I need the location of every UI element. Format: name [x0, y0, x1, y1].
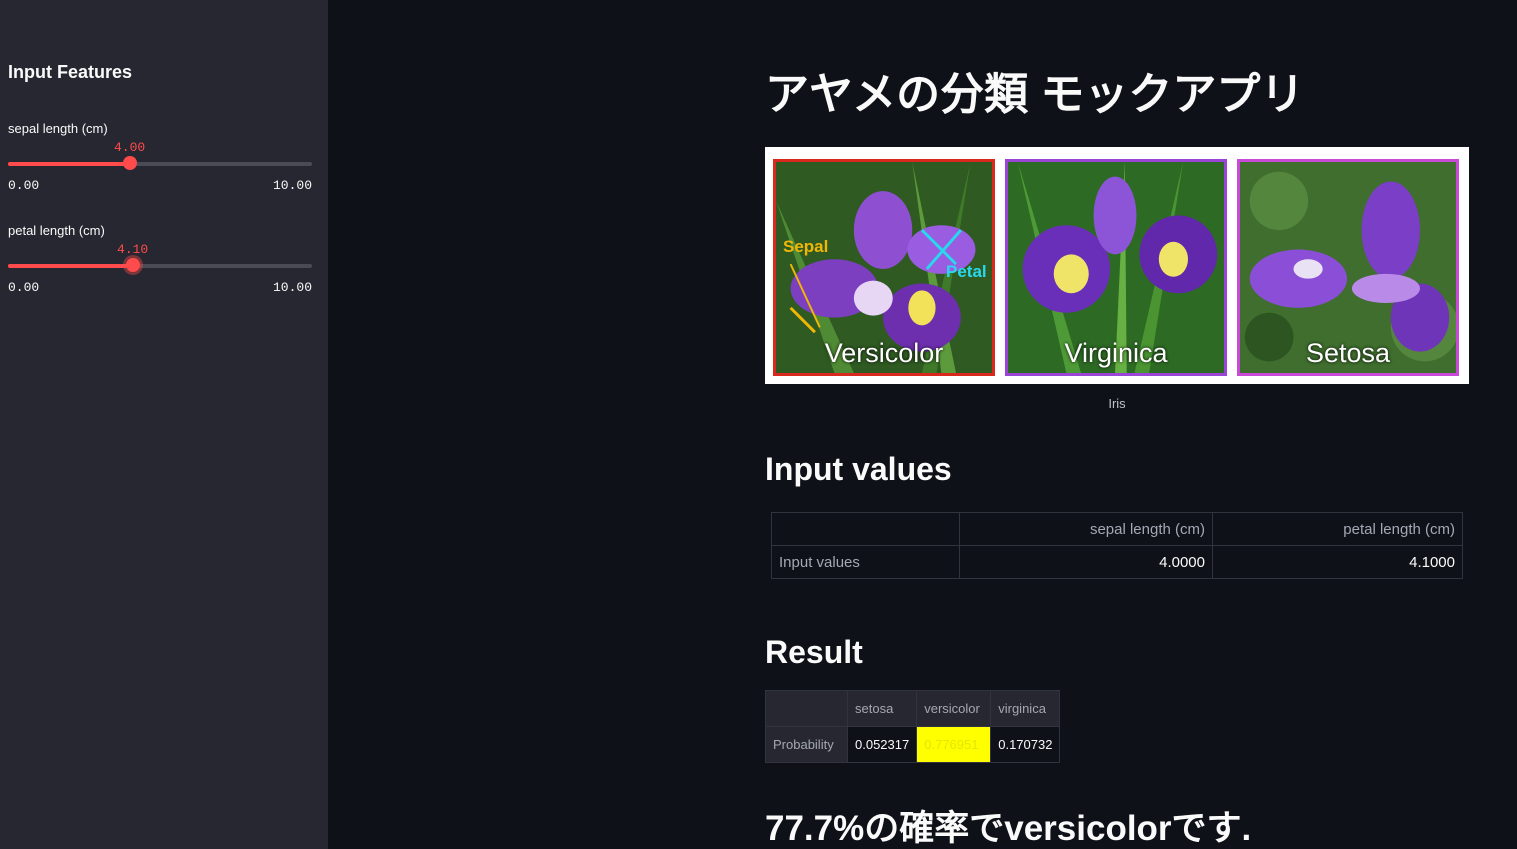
result-table: setosa versicolor virginica Probability …: [765, 690, 1061, 763]
table-cell-highlighted: 0.776951: [916, 726, 992, 763]
slider-thumb[interactable]: [122, 156, 137, 170]
slider-track[interactable]: [8, 264, 312, 268]
table-row-header: Probability: [765, 726, 848, 763]
sepal-annotation: Sepal: [783, 237, 829, 256]
versicolor-label: Versicolor: [824, 338, 944, 368]
input-values-table: sepal length (cm) petal length (cm) Inpu…: [771, 512, 1463, 579]
table-header-cell: sepal length (cm): [959, 512, 1213, 546]
setosa-panel: Setosa: [1237, 159, 1459, 376]
petal-annotation: Petal: [946, 262, 987, 281]
slider-thumb[interactable]: [125, 258, 140, 272]
sidebar: Input Features sepal length (cm) 4.00 0.…: [0, 0, 328, 849]
slider-track[interactable]: [8, 162, 312, 166]
table-cell: 0.052317: [846, 726, 918, 763]
slider-value: 4.00: [113, 140, 146, 155]
table-row: Probability 0.052317 0.776951 0.170732: [765, 726, 1061, 763]
iris-image: Sepal Petal Versicolor Virginica Setosa: [765, 147, 1469, 384]
table-header-cell: versicolor: [916, 690, 992, 727]
table-cell: 4.1000: [1212, 545, 1463, 579]
conclusion-text: 77.7%の確率でversicolorです.: [765, 809, 1252, 848]
versicolor-panel: Sepal Petal Versicolor: [773, 159, 995, 376]
sepal-length-slider[interactable]: sepal length (cm) 4.00 0.00 10.00: [8, 121, 312, 211]
table-cell: 4.0000: [959, 545, 1213, 579]
slider-value: 4.10: [117, 242, 149, 257]
petal-length-slider[interactable]: petal length (cm) 4.10 0.00 10.00: [8, 223, 312, 313]
table-row-header: Input values: [771, 545, 960, 579]
slider-max: 10.00: [272, 280, 312, 295]
table-header-cell: virginica: [990, 690, 1061, 727]
table-row: Input values 4.0000 4.1000: [771, 545, 1463, 579]
slider-label: sepal length (cm): [8, 121, 108, 136]
table-header-cell: [771, 512, 960, 546]
table-header-row: setosa versicolor virginica: [765, 690, 1061, 727]
table-cell: 0.170732: [990, 726, 1061, 763]
table-header-cell: [765, 690, 848, 727]
table-header-row: sepal length (cm) petal length (cm): [771, 512, 1463, 546]
table-header-cell: setosa: [846, 690, 918, 727]
page-title: アヤメの分類 モックアプリ: [765, 70, 1305, 119]
input-values-heading: Input values: [765, 451, 952, 487]
slider-min: 0.00: [8, 280, 40, 295]
slider-min: 0.00: [8, 178, 40, 193]
slider-label: petal length (cm): [8, 223, 105, 238]
virginica-panel: Virginica: [1005, 159, 1227, 376]
virginica-label: Virginica: [1064, 338, 1168, 368]
image-caption: Iris: [1108, 396, 1126, 411]
sidebar-title: Input Features: [8, 62, 133, 82]
slider-fill: [8, 264, 133, 268]
setosa-label: Setosa: [1305, 338, 1391, 368]
slider-max: 10.00: [272, 178, 312, 193]
main-content: アヤメの分類 モックアプリ Sepal Petal Versicolor Vir…: [765, 0, 1470, 849]
result-heading: Result: [765, 634, 863, 670]
table-header-cell: petal length (cm): [1212, 512, 1463, 546]
slider-fill: [8, 162, 130, 166]
